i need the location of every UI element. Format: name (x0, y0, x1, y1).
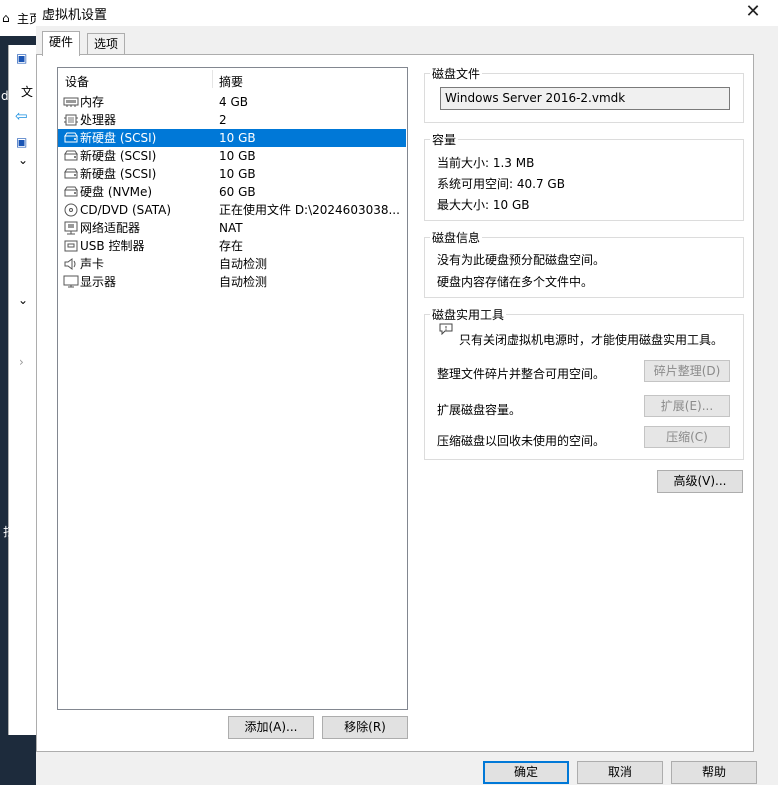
vm-icon: ▣ (16, 135, 28, 149)
device-summary: 自动检测 (219, 275, 268, 289)
device-summary: 存在 (219, 239, 244, 253)
disk-info-line-2: 硬盘内容存储在多个文件中。 (437, 275, 594, 289)
disk-file-title: 磁盘文件 (430, 65, 483, 82)
device-name: 网络适配器 (80, 221, 141, 235)
column-header-summary[interactable]: 摘要 (219, 73, 243, 90)
defrag-description: 整理文件碎片并整合可用空间。 (437, 367, 606, 381)
disk-icon (64, 132, 78, 143)
chevron-right-icon[interactable]: › (19, 355, 24, 369)
device-summary: 10 GB (219, 131, 256, 145)
device-summary: 自动检测 (219, 257, 268, 271)
device-row-network-adapter[interactable]: 网络适配器 NAT (58, 219, 406, 237)
tab-options[interactable]: 选项 (87, 33, 126, 55)
hardware-tab-panel: 设备 摘要 内存 4 GB 处理器 2 新硬盘 (SCSI) 10 GB 新硬盘… (36, 54, 754, 752)
disk-info-title: 磁盘信息 (430, 229, 483, 246)
background-app-header: ⌂ 主页 (0, 0, 41, 36)
monitor-icon (63, 275, 79, 288)
device-name: 新硬盘 (SCSI) (80, 149, 157, 163)
disk-file-group: 磁盘文件 Windows Server 2016-2.vmdk (424, 65, 744, 123)
device-summary: 10 GB (219, 167, 256, 181)
cancel-button[interactable]: 取消 (577, 761, 663, 784)
current-size-text: 当前大小: 1.3 MB (437, 156, 535, 170)
available-space-text: 系统可用空间: 40.7 GB (437, 177, 565, 191)
compact-description: 压缩磁盘以回收未使用的空间。 (437, 434, 606, 448)
disk-icon (64, 168, 78, 179)
device-row-processor[interactable]: 处理器 2 (58, 111, 406, 129)
max-size-text: 最大大小: 10 GB (437, 198, 530, 212)
dialog-titlebar[interactable]: 虚拟机设置 ✕ (36, 0, 778, 26)
device-summary: NAT (219, 221, 243, 235)
speaker-icon (64, 258, 76, 270)
device-summary: 10 GB (219, 149, 256, 163)
device-row-sound-card[interactable]: 声卡 自动检测 (58, 255, 406, 273)
network-icon (64, 221, 78, 235)
background-text-fragment: 扫 (3, 525, 16, 539)
device-name: 新硬盘 (SCSI) (80, 131, 157, 145)
expand-description: 扩展磁盘容量。 (437, 403, 522, 417)
device-name: 声卡 (80, 257, 105, 271)
disk-tools-group: 磁盘实用工具 只有关闭虚拟机电源时，才能使用磁盘实用工具。 整理文件碎片并整合可… (424, 306, 744, 460)
add-device-button[interactable]: 添加(A)... (228, 716, 314, 739)
column-header-device[interactable]: 设备 (65, 73, 89, 90)
disk-tools-title: 磁盘实用工具 (430, 306, 507, 323)
device-row-new-disk-scsi-2[interactable]: 新硬盘 (SCSI) 10 GB (58, 147, 406, 165)
disk-icon (64, 186, 78, 197)
info-icon (439, 323, 453, 335)
device-row-usb-controller[interactable]: USB 控制器 存在 (58, 237, 406, 255)
remove-device-button[interactable]: 移除(R) (322, 716, 408, 739)
device-row-memory[interactable]: 内存 4 GB (58, 93, 406, 111)
help-button[interactable]: 帮助 (671, 761, 757, 784)
device-row-display[interactable]: 显示器 自动检测 (58, 273, 406, 291)
background-app-panel: ▣ 文 d ⇦ ▣ ⌄ ⌄ › 扫 (1, 45, 36, 735)
device-name: CD/DVD (SATA) (80, 203, 172, 217)
device-row-disk-nvme[interactable]: 硬盘 (NVMe) 60 GB (58, 183, 406, 201)
usb-icon (64, 240, 78, 252)
vm-icon: ▣ (16, 51, 28, 65)
disk-info-line-1: 没有为此硬盘预分配磁盘空间。 (437, 253, 606, 267)
device-name: 显示器 (80, 275, 117, 289)
disk-info-group: 磁盘信息 没有为此硬盘预分配磁盘空间。 硬盘内容存储在多个文件中。 (424, 229, 744, 298)
expand-button[interactable]: 扩展(E)... (644, 395, 730, 417)
device-name: 新硬盘 (SCSI) (80, 167, 157, 181)
device-summary: 正在使用文件 D:\2024603038... (219, 203, 400, 217)
cd-icon (64, 203, 78, 217)
capacity-title: 容量 (430, 131, 459, 148)
disk-tools-notice: 只有关闭虚拟机电源时，才能使用磁盘实用工具。 (459, 333, 724, 347)
advanced-button[interactable]: 高级(V)... (657, 470, 743, 493)
device-name: 硬盘 (NVMe) (80, 185, 153, 199)
device-name: USB 控制器 (80, 239, 145, 253)
device-row-new-disk-scsi-1[interactable]: 新硬盘 (SCSI) 10 GB (58, 129, 406, 147)
tab-hardware[interactable]: 硬件 (42, 31, 81, 56)
device-name: 处理器 (80, 113, 117, 127)
device-summary: 4 GB (219, 95, 248, 109)
device-row-new-disk-scsi-3[interactable]: 新硬盘 (SCSI) 10 GB (58, 165, 406, 183)
back-arrow-icon[interactable]: ⇦ (15, 107, 28, 125)
ok-button[interactable]: 确定 (483, 761, 569, 784)
vm-settings-dialog: 虚拟机设置 ✕ 硬件 选项 设备 摘要 内存 4 GB 处理器 2 新硬盘 (S… (36, 0, 778, 785)
close-icon[interactable]: ✕ (742, 2, 764, 22)
chevron-down-icon[interactable]: ⌄ (18, 293, 28, 307)
memory-icon (63, 97, 79, 107)
device-summary: 2 (219, 113, 227, 127)
home-icon: ⌂ (2, 11, 10, 25)
disk-icon (64, 150, 78, 161)
device-name: 内存 (80, 95, 105, 109)
device-list-header: 设备 摘要 (58, 68, 407, 90)
defrag-button[interactable]: 碎片整理(D) (644, 360, 730, 382)
cpu-icon (64, 114, 78, 126)
disk-file-path-field[interactable]: Windows Server 2016-2.vmdk (440, 87, 730, 110)
device-list[interactable]: 设备 摘要 内存 4 GB 处理器 2 新硬盘 (SCSI) 10 GB 新硬盘… (57, 67, 408, 710)
compact-button[interactable]: 压缩(C) (644, 426, 730, 448)
dialog-title: 虚拟机设置 (42, 8, 108, 23)
device-row-cd-dvd[interactable]: CD/DVD (SATA) 正在使用文件 D:\2024603038... (58, 201, 406, 219)
background-menu-file[interactable]: 文 (21, 83, 33, 100)
background-text-fragment: d (1, 89, 9, 103)
chevron-down-icon[interactable]: ⌄ (18, 153, 28, 167)
device-summary: 60 GB (219, 185, 256, 199)
capacity-group: 容量 当前大小: 1.3 MB 系统可用空间: 40.7 GB 最大大小: 10… (424, 131, 744, 221)
column-divider[interactable] (212, 70, 213, 88)
